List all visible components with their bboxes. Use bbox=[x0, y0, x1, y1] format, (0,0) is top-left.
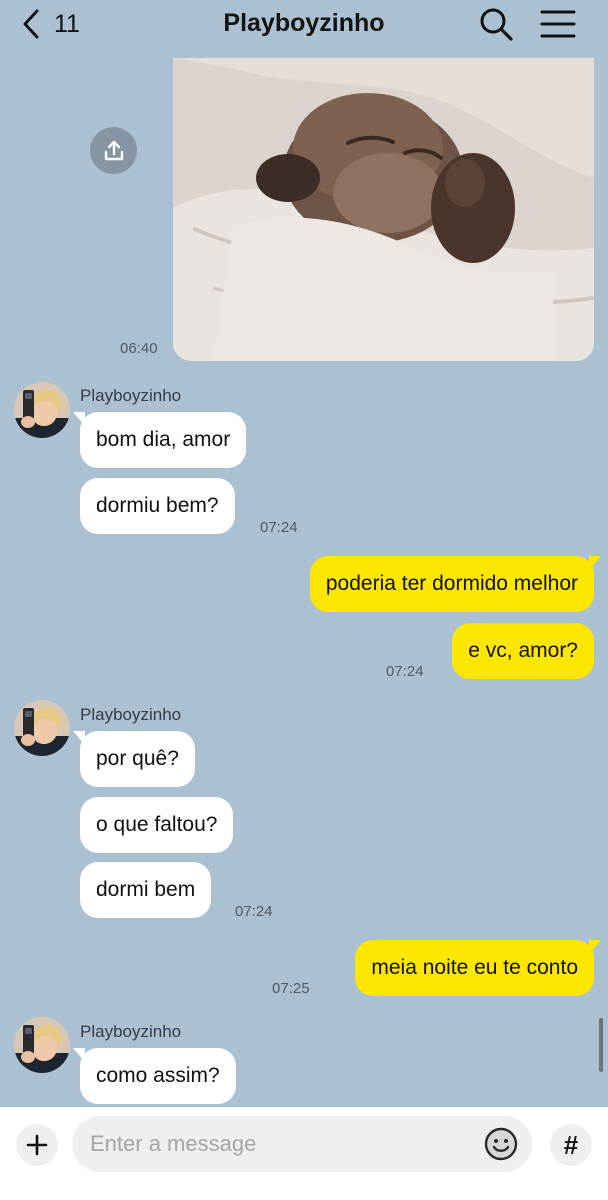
avatar-photo bbox=[14, 1017, 70, 1073]
message-text: e vc, amor? bbox=[468, 639, 578, 662]
message-bubble-outgoing[interactable]: meia noite eu te conto bbox=[355, 940, 601, 996]
message-input[interactable] bbox=[90, 1116, 480, 1172]
message-text: por quê? bbox=[96, 747, 179, 770]
message-input-container[interactable] bbox=[72, 1116, 532, 1172]
avatar[interactable] bbox=[14, 700, 70, 756]
back-button[interactable]: 11 bbox=[22, 6, 80, 42]
hashtag-icon: # bbox=[563, 1129, 579, 1160]
unread-count: 11 bbox=[54, 9, 80, 38]
search-button[interactable] bbox=[478, 6, 514, 42]
avatar[interactable] bbox=[14, 1017, 70, 1073]
message-text: bom dia, amor bbox=[96, 428, 231, 451]
message-text: poderia ter dormido melhor bbox=[325, 572, 578, 595]
share-icon bbox=[104, 140, 123, 160]
share-button[interactable] bbox=[90, 127, 137, 174]
search-icon bbox=[480, 8, 513, 41]
menu-icon bbox=[540, 10, 576, 38]
hashtag-button[interactable]: # bbox=[550, 1124, 592, 1166]
scrollbar[interactable] bbox=[599, 1018, 603, 1072]
message-time: 07:24 bbox=[260, 519, 298, 536]
photo-monkey-in-bed bbox=[173, 58, 594, 361]
avatar-photo bbox=[14, 382, 70, 438]
sender-name: Playboyzinho bbox=[80, 386, 182, 405]
avatar[interactable] bbox=[14, 382, 70, 438]
message-time: 07:24 bbox=[386, 663, 424, 680]
message-text: dormiu bem? bbox=[96, 494, 219, 517]
message-bubble-incoming[interactable]: dormi bem bbox=[80, 862, 212, 918]
menu-button[interactable] bbox=[540, 6, 576, 42]
plus-icon bbox=[26, 1134, 48, 1156]
sender-name: Playboyzinho bbox=[80, 705, 182, 724]
message-time: 06:40 bbox=[120, 340, 158, 357]
message-time: 07:24 bbox=[235, 903, 273, 920]
avatar-photo bbox=[14, 700, 70, 756]
chat-title: Playboyzinho bbox=[223, 9, 385, 37]
message-time: 07:25 bbox=[272, 980, 310, 997]
message-bubble-incoming[interactable]: bom dia, amor bbox=[72, 412, 247, 468]
chat-header: 11 Playboyzinho bbox=[0, 0, 608, 50]
chevron-left-icon bbox=[23, 9, 39, 39]
message-bubble-incoming[interactable]: o que faltou? bbox=[80, 797, 234, 853]
message-bubble-incoming[interactable]: dormiu bem? bbox=[80, 478, 235, 534]
message-text: o que faltou? bbox=[96, 813, 218, 836]
message-bubble-incoming[interactable]: como assim? bbox=[73, 1048, 236, 1104]
message-bubble-outgoing[interactable]: poderia ter dormido melhor bbox=[309, 556, 602, 612]
message-composer: # bbox=[0, 1107, 608, 1200]
shared-photo[interactable] bbox=[173, 58, 594, 361]
message-text: dormi bem bbox=[96, 878, 196, 901]
message-bubble-outgoing[interactable]: e vc, amor? bbox=[452, 623, 594, 679]
message-text: meia noite eu te conto bbox=[371, 956, 578, 979]
sender-name: Playboyzinho bbox=[80, 1022, 182, 1041]
message-bubble-incoming[interactable]: por quê? bbox=[73, 731, 195, 787]
add-attachment-button[interactable] bbox=[16, 1124, 58, 1166]
emoji-icon bbox=[484, 1127, 518, 1161]
emoji-button[interactable] bbox=[484, 1127, 518, 1161]
message-text: como assim? bbox=[96, 1064, 220, 1087]
